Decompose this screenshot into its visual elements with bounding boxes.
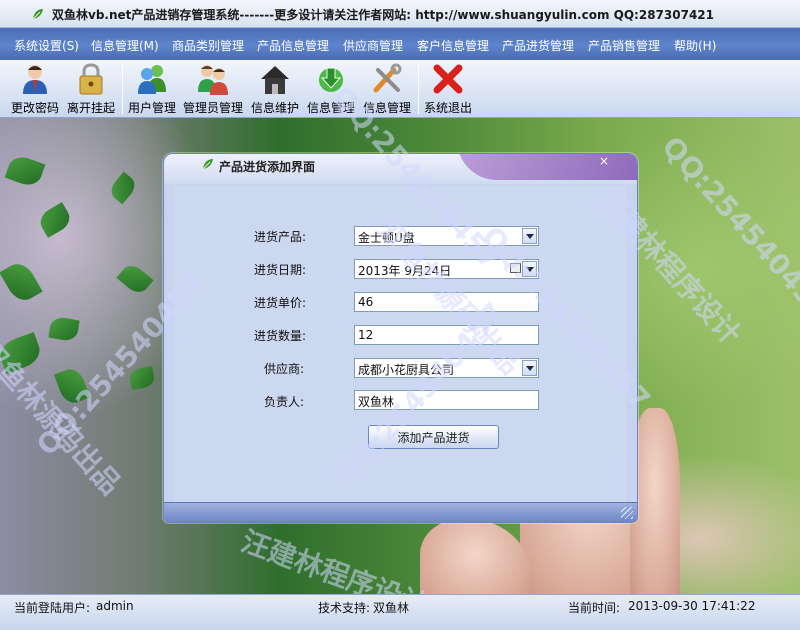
dialog-close-button[interactable]: × (599, 154, 609, 168)
chevron-down-icon[interactable] (522, 360, 537, 376)
menu-sales-management[interactable]: 产品销售管理 (588, 37, 660, 54)
manager-label: 负责人: (264, 395, 305, 409)
chevron-down-icon[interactable] (522, 228, 537, 244)
date-picker[interactable]: 2013年 9月24日 (354, 259, 539, 279)
current-user: admin (96, 599, 134, 613)
dialog-leaf-icon (202, 159, 213, 170)
admin-management-button[interactable]: 管理员管理 (182, 62, 244, 116)
dialog-header[interactable]: 产品进货添加界面 × (164, 154, 637, 184)
price-input[interactable]: 46 (354, 292, 539, 312)
current-time: 2013-09-30 17:41:22 (628, 599, 756, 613)
manager-input[interactable]: 双鱼林 (354, 390, 539, 410)
menu-customer-info[interactable]: 客户信息管理 (417, 37, 489, 54)
info-maintenance-button[interactable]: 信息维护 (248, 62, 302, 116)
title-bar[interactable]: 双鱼林vb.net产品进销存管理系统-------更多设计请关注作者网站: ht… (0, 0, 800, 28)
tools-icon (373, 63, 402, 93)
user-key-icon (23, 65, 47, 94)
resize-grip-icon[interactable] (621, 507, 633, 519)
product-select[interactable]: 金士顿U盘 (354, 226, 539, 246)
users-icon (138, 65, 166, 94)
menu-help[interactable]: 帮助(H) (674, 37, 716, 54)
support-label: 技术支持: (318, 601, 371, 615)
toolbar-separator (122, 64, 123, 114)
menu-info-management[interactable]: 信息管理(M) (91, 37, 159, 54)
change-password-button[interactable]: 更改密码 (10, 62, 60, 116)
menu-bar: 系统设置(S) 信息管理(M) 商品类别管理 产品信息管理 供应商管理 客户信息… (0, 28, 800, 60)
menu-purchase-management[interactable]: 产品进货管理 (502, 37, 574, 54)
price-label: 进货单价: (254, 296, 307, 310)
product-label: 进货产品: (254, 230, 307, 244)
support-name: 双鱼林 (373, 601, 410, 615)
red-x-icon (433, 64, 463, 94)
dialog-form: 进货产品: 金士顿U盘 进货日期: 2013年 9月24日 进货单价: 46 进… (174, 186, 627, 506)
current-user-label: 当前登陆用户: (14, 601, 91, 615)
suspend-button[interactable]: 离开挂起 (66, 62, 116, 116)
toolbar-separator (418, 64, 419, 114)
home-icon (261, 66, 289, 94)
system-exit-button[interactable]: 系统退出 (422, 62, 474, 116)
menu-product-info[interactable]: 产品信息管理 (257, 37, 329, 54)
info-management-button-1[interactable]: 信息管理 (306, 62, 356, 116)
purchase-add-dialog: 产品进货添加界面 × 进货产品: 金士顿U盘 进货日期: 2013年 9月24日… (163, 153, 638, 523)
supplier-label: 供应商: (264, 362, 305, 376)
add-purchase-button[interactable]: 添加产品进货 (368, 425, 499, 449)
status-bar: 当前登陆用户: admin 技术支持: 双鱼林 当前时间: 2013-09-30… (0, 594, 800, 630)
date-label: 进货日期: (254, 263, 307, 277)
info-management-button-2[interactable]: 信息管理 (362, 62, 412, 116)
calendar-icon[interactable] (510, 263, 521, 273)
download-globe-icon (319, 67, 343, 92)
dialog-title: 产品进货添加界面 (219, 160, 316, 174)
admins-icon (198, 65, 228, 95)
padlock-icon (79, 63, 103, 95)
quantity-input[interactable]: 12 (354, 325, 539, 345)
current-time-label: 当前时间: (568, 601, 621, 615)
window-title: 双鱼林vb.net产品进销存管理系统-------更多设计请关注作者网站: ht… (52, 8, 714, 22)
menu-category-management[interactable]: 商品类别管理 (172, 37, 244, 54)
dialog-header-decoration (457, 154, 637, 180)
chevron-down-icon[interactable] (522, 261, 537, 277)
menu-system-settings[interactable]: 系统设置(S) (14, 37, 79, 54)
dialog-footer (164, 502, 637, 522)
quantity-label: 进货数量: (254, 329, 307, 343)
toolbar: 更改密码 离开挂起 用户管理 管理员管理 信息维护 信息管理 信息管理 系统退出 (0, 60, 800, 118)
user-management-button[interactable]: 用户管理 (126, 62, 178, 116)
app-leaf-icon (32, 9, 43, 20)
supplier-select[interactable]: 成都小花厨具公司 (354, 358, 539, 378)
menu-supplier-management[interactable]: 供应商管理 (343, 37, 403, 54)
